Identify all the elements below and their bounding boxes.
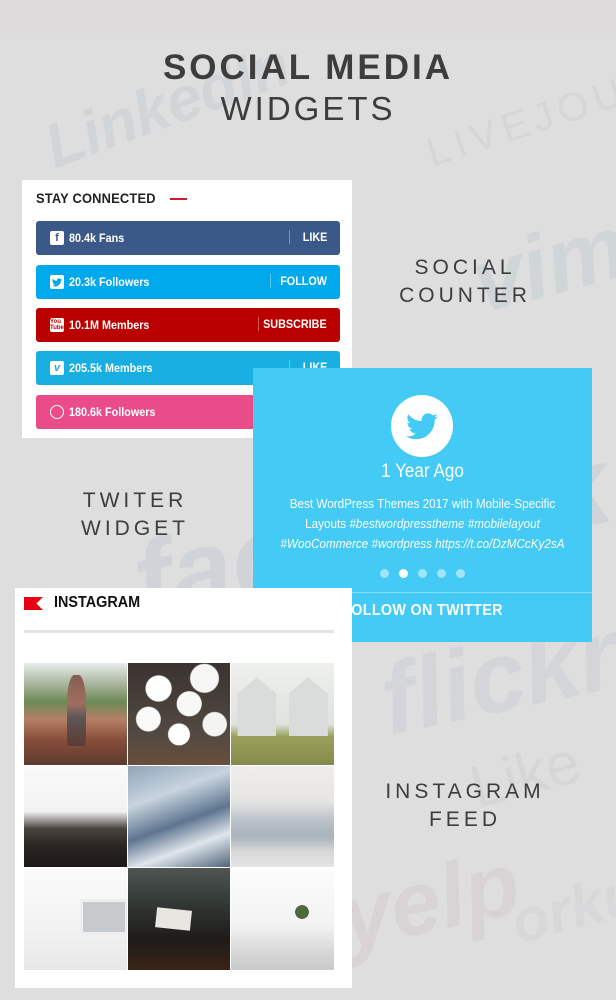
instagram-photo[interactable] (231, 765, 334, 868)
tweet-timestamp: 1 Year Ago (381, 461, 464, 482)
follow-button[interactable]: FOLLOW (280, 274, 327, 288)
twitter-icon (50, 275, 64, 289)
like-button[interactable]: LIKE (302, 230, 327, 244)
facebook-icon: f (50, 231, 64, 245)
counter-value: 205.5k Members (69, 361, 153, 375)
instagram-photo[interactable] (24, 868, 127, 970)
carousel-dots (380, 569, 465, 578)
label-line: INSTAGRAM (385, 780, 545, 803)
carousel-dot[interactable] (380, 569, 389, 578)
twitter-bird-icon (391, 395, 453, 457)
flag-icon (24, 597, 43, 610)
vimeo-icon: v (50, 361, 64, 375)
instagram-widget: INSTAGRAM (15, 588, 352, 988)
instagram-photo[interactable] (231, 868, 334, 970)
label-line: WIDGET (81, 517, 189, 540)
widget-heading: STAY CONNECTED (36, 190, 156, 206)
carousel-dot[interactable] (437, 569, 446, 578)
counter-row-facebook[interactable]: f 80.4k Fans LIKE (36, 221, 340, 255)
carousel-dot-active[interactable] (399, 569, 408, 578)
label-line: TWITER (82, 489, 188, 512)
instagram-photo[interactable] (127, 663, 231, 765)
instagram-photo-grid (24, 663, 334, 970)
label-social-counter: SOCIAL COUNTER (390, 254, 540, 310)
carousel-dot[interactable] (418, 569, 427, 578)
page-title: SOCIAL MEDIA (162, 48, 454, 87)
tweet-text: Best WordPress Themes 2017 with Mobile-S… (275, 494, 569, 554)
counter-row-twitter[interactable]: 20.3k Followers FOLLOW (36, 265, 340, 299)
subscribe-button[interactable]: SUBSCRIBE (263, 317, 327, 331)
label-twitter-widget: TWITER WIDGET (60, 487, 210, 543)
carousel-dot[interactable] (456, 569, 465, 578)
instagram-photo[interactable] (24, 663, 127, 765)
divider (24, 630, 334, 633)
page-subtitle: WIDGETS (220, 90, 396, 127)
watermark-yelp: yelp (331, 833, 529, 969)
youtube-icon: You Tube (50, 318, 64, 332)
dribbble-icon (50, 405, 64, 419)
instagram-photo[interactable] (24, 765, 127, 868)
label-line: COUNTER (399, 284, 531, 307)
counter-value: 20.3k Followers (69, 275, 150, 289)
divider (289, 230, 290, 244)
watermark-orkut: orkut (503, 852, 616, 957)
divider (270, 274, 271, 288)
counter-value: 80.4k Fans (69, 231, 125, 245)
label-instagram-feed: INSTAGRAM FEED (370, 778, 560, 834)
divider (258, 317, 259, 331)
instagram-photo[interactable] (231, 663, 334, 765)
widget-heading: INSTAGRAM (54, 594, 141, 611)
instagram-photo[interactable] (127, 765, 231, 868)
top-band (0, 0, 616, 33)
instagram-photo[interactable] (127, 868, 231, 970)
label-line: SOCIAL (414, 256, 516, 279)
counter-value: 180.6k Followers (69, 405, 156, 419)
counter-value: 10.1M Members (69, 318, 150, 332)
heading-accent-line (170, 198, 187, 200)
label-line: FEED (428, 808, 501, 831)
counter-row-youtube[interactable]: You Tube 10.1M Members SUBSCRIBE (36, 308, 340, 342)
